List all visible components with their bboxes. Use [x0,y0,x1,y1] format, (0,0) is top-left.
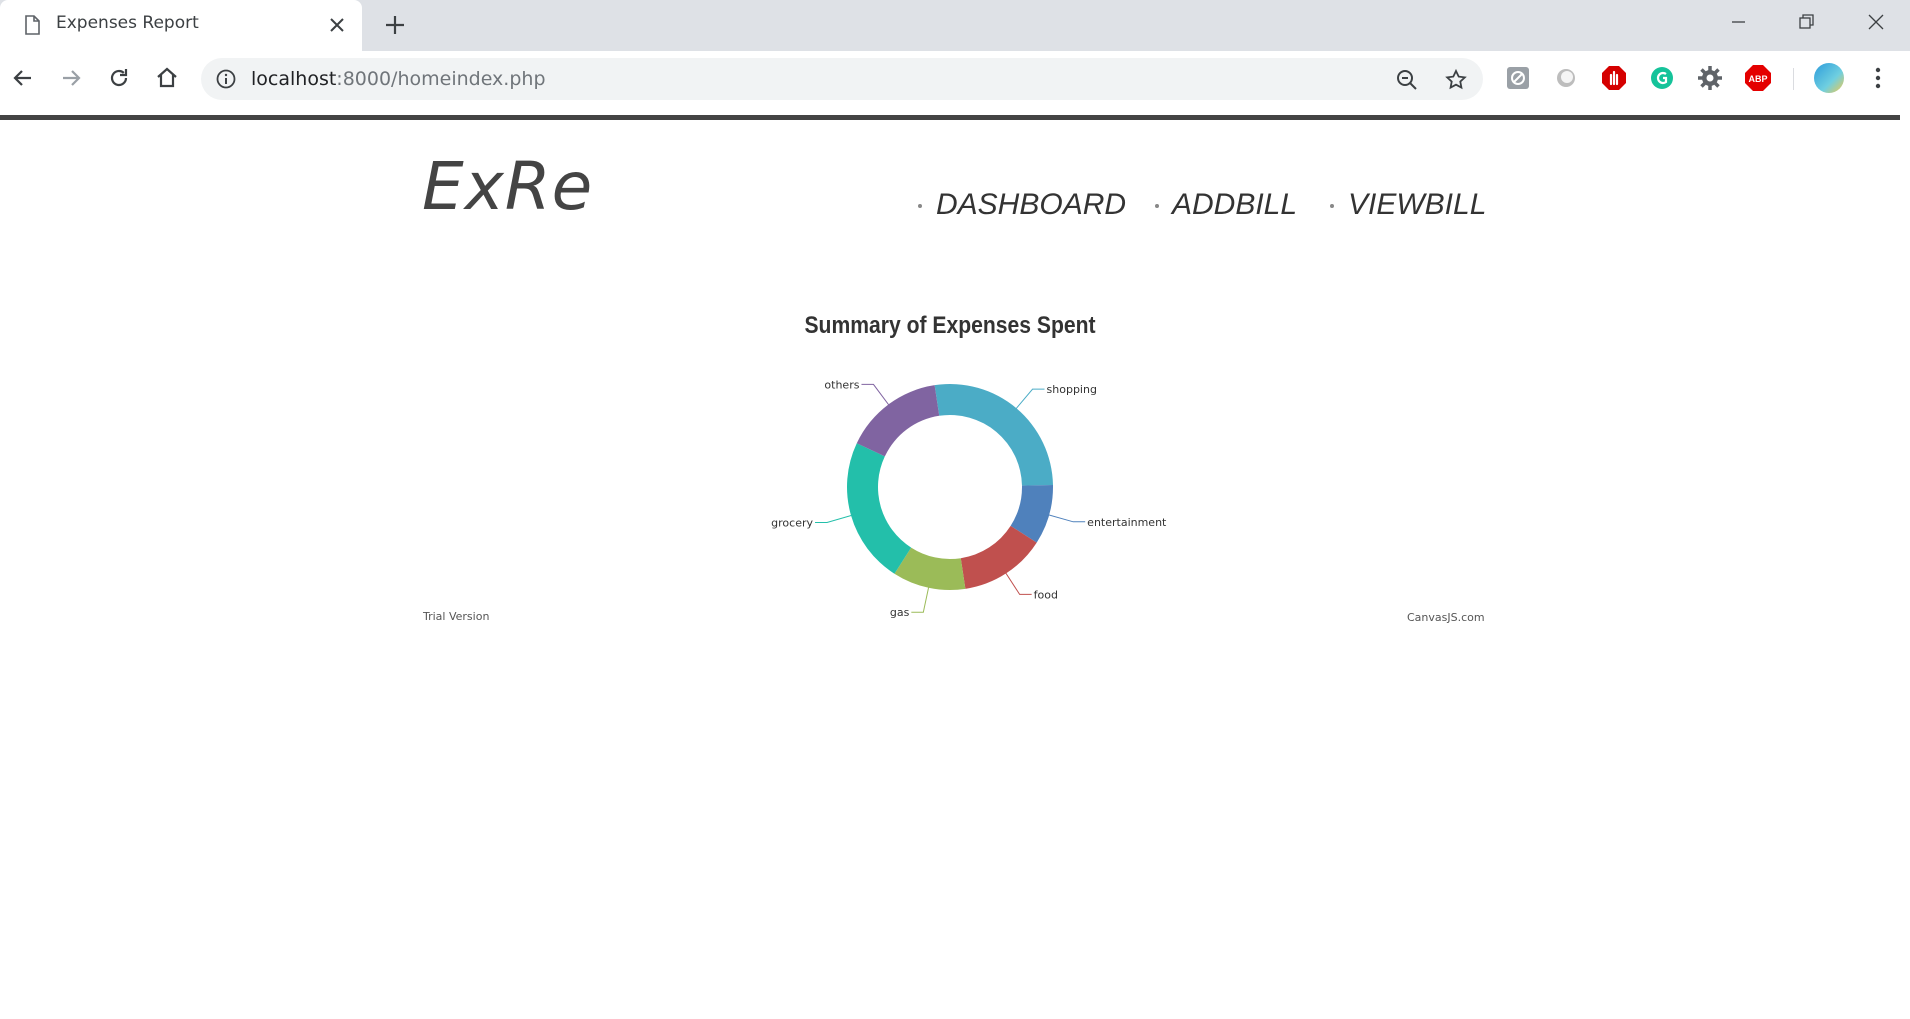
trial-version-text: Trial Version [423,610,490,623]
expenses-doughnut-chart: shopping entertainment food gas grocery other… [771,378,1167,619]
canvasjs-credit-link[interactable]: CanvasJS.com [1407,611,1485,624]
slice-label-food: food [1034,588,1058,601]
slice-label-grocery: grocery [771,516,813,529]
slice-label-shopping: shopping [1047,383,1097,396]
leader-line-grocery [815,513,857,523]
leader-line-entertainment [1043,512,1086,523]
doughnut-slice-others[interactable] [856,385,940,457]
slice-label-gas: gas [890,606,910,619]
slice-label-entertainment: entertainment [1087,516,1167,529]
doughnut-slice-food[interactable] [960,525,1037,589]
doughnut-slice-grocery[interactable] [847,443,912,574]
doughnut-slice-shopping[interactable] [934,384,1053,486]
slice-label-others: others [824,378,859,391]
